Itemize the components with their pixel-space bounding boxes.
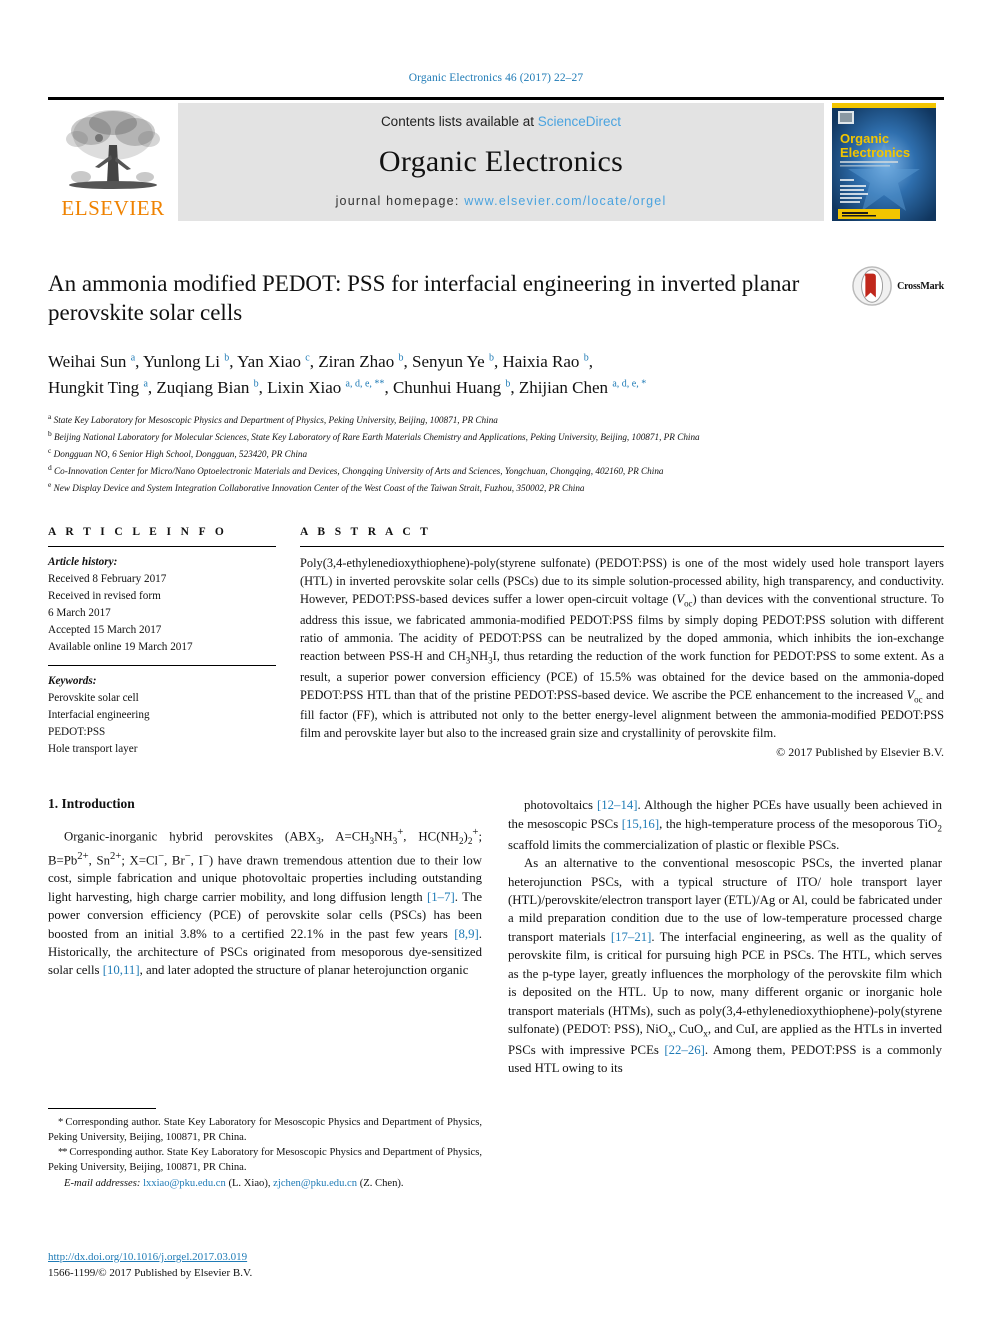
affiliation-e: e New Display Device and System Integrat… xyxy=(48,480,585,494)
email-addresses-label: E-mail addresses: xyxy=(64,1178,141,1190)
intro-paragraph-right-1: photovoltaics [12–14]. Although the high… xyxy=(508,798,943,852)
body-right-column: photovoltaics [12–14]. Although the high… xyxy=(508,796,942,1077)
title-block: An ammonia modified PEDOT: PSS for inter… xyxy=(48,266,944,327)
journal-homepage-link[interactable]: www.elsevier.com/locate/orgel xyxy=(464,194,666,208)
section-heading-introduction: 1. Introduction xyxy=(48,796,135,812)
elsevier-wordmark: ELSEVIER xyxy=(61,196,165,220)
journal-masthead: ELSEVIER Contents lists available at Sci… xyxy=(48,97,944,221)
issn-copyright-line: 1566-1199/© 2017 Published by Elsevier B… xyxy=(48,1266,253,1279)
contents-lists-line: Contents lists available at ScienceDirec… xyxy=(381,114,621,129)
abstract-heading: A B S T R A C T xyxy=(300,526,432,539)
email-person-1: (L. Xiao), xyxy=(228,1178,271,1190)
journal-homepage-line: journal homepage: www.elsevier.com/locat… xyxy=(336,194,667,208)
author-line-2: Hungkit Ting a, Zuqiang Bian b, Lixin Xi… xyxy=(48,377,647,397)
footnote-corresponding-1: * Corresponding author. State Key Labora… xyxy=(48,1117,482,1144)
article-history-block: Article history: Received 8 February 201… xyxy=(48,554,276,656)
affiliation-d: d Co-Innovation Center for Micro/Nano Op… xyxy=(48,463,664,477)
homepage-prefix: journal homepage: xyxy=(335,194,465,208)
crossmark-badge[interactable]: CrossMark xyxy=(852,263,944,309)
article-history-label: Article history: xyxy=(48,556,118,569)
journal-cover-thumbnail: Organic Electronics xyxy=(824,103,944,221)
history-item-1: Received in revised form xyxy=(48,590,161,603)
crossmark-icon xyxy=(852,266,892,306)
history-item-0: Received 8 February 2017 xyxy=(48,573,167,586)
intro-paragraph-right-2: As an alternative to the conventional me… xyxy=(508,856,943,1076)
history-item-3: Accepted 15 March 2017 xyxy=(48,624,162,637)
affiliation-c: c Dongguan NO, 6 Senior High School, Don… xyxy=(48,446,308,460)
svg-text:Electronics: Electronics xyxy=(840,145,910,160)
page-title: An ammonia modified PEDOT: PSS for inter… xyxy=(48,271,800,326)
author-list: Weihai Sun a, Yunlong Li b, Yan Xiao c, … xyxy=(48,349,944,400)
history-item-4: Available online 19 March 2017 xyxy=(48,641,193,654)
abstract-rule xyxy=(300,546,944,548)
affiliation-b: b Beijing National Laboratory for Molecu… xyxy=(48,429,700,443)
affiliations: a State Key Laboratory for Mesoscopic Ph… xyxy=(48,411,944,496)
doi-link[interactable]: http://dx.doi.org/10.1016/j.orgel.2017.0… xyxy=(48,1250,252,1266)
elsevier-logo: ELSEVIER xyxy=(48,103,178,221)
keywords-rule xyxy=(48,665,276,667)
abstract-column: A B S T R A C T Poly(3,4-ethylenedioxyth… xyxy=(300,526,944,760)
footnote-emails: E-mail addresses: lxxiao@pku.edu.cn (L. … xyxy=(48,1176,482,1191)
body-columns: 1. Introduction Organic-inorganic hybrid… xyxy=(48,796,944,1077)
masthead-top-rule xyxy=(48,97,944,100)
keyword-0: Perovskite solar cell xyxy=(48,692,139,705)
keywords-block: Keywords: Perovskite solar cell Interfac… xyxy=(48,673,276,758)
info-abstract-panel: A R T I C L E I N F O Article history: R… xyxy=(48,526,944,760)
abstract-copyright: © 2017 Published by Elsevier B.V. xyxy=(776,745,944,760)
journal-cover-image: Organic Electronics xyxy=(832,103,936,221)
running-head: Organic Electronics 46 (2017) 22–27 xyxy=(408,72,584,84)
email-person-2: (Z. Chen). xyxy=(359,1178,404,1190)
journal-title: Organic Electronics xyxy=(378,144,624,178)
email-link-1[interactable]: lxxiao@pku.edu.cn xyxy=(143,1178,226,1189)
svg-text:Organic: Organic xyxy=(840,131,889,146)
article-info-rule xyxy=(48,546,276,548)
keyword-1: Interfacial engineering xyxy=(48,709,150,722)
paper-page: Organic Electronics 46 (2017) 22–27 ELSE… xyxy=(0,0,992,1323)
article-info-heading: A R T I C L E I N F O xyxy=(48,526,228,539)
email-link-2[interactable]: zjchen@pku.edu.cn xyxy=(273,1178,357,1189)
crossmark-label: CrossMark xyxy=(897,280,944,292)
history-item-2: 6 March 2017 xyxy=(48,607,111,620)
footnote-rule xyxy=(48,1108,156,1109)
footer-doi-block: http://dx.doi.org/10.1016/j.orgel.2017.0… xyxy=(48,1250,252,1282)
affiliation-a: a State Key Laboratory for Mesoscopic Ph… xyxy=(48,412,498,426)
footnote-corresponding-2: ** Corresponding author. State Key Labor… xyxy=(48,1147,482,1174)
sciencedirect-link[interactable]: ScienceDirect xyxy=(538,114,621,129)
keyword-2: PEDOT:PSS xyxy=(48,726,106,739)
keyword-3: Hole transport layer xyxy=(48,743,138,756)
author-line-1: Weihai Sun a, Yunlong Li b, Yan Xiao c, … xyxy=(48,352,593,372)
contents-prefix: Contents lists available at xyxy=(380,114,538,129)
body-left-column: 1. Introduction Organic-inorganic hybrid… xyxy=(48,796,482,1077)
footnote-block: * Corresponding author. State Key Labora… xyxy=(48,1108,482,1191)
elsevier-tree-icon xyxy=(66,110,160,189)
abstract-text: Poly(3,4-ethylenedioxythiophene)-poly(st… xyxy=(300,556,944,741)
keywords-label: Keywords: xyxy=(48,675,97,688)
intro-paragraph-left: Organic-inorganic hybrid perovskites (AB… xyxy=(48,827,483,978)
article-info-column: A R T I C L E I N F O Article history: R… xyxy=(48,526,300,760)
journal-banner: Contents lists available at ScienceDirec… xyxy=(178,103,824,221)
